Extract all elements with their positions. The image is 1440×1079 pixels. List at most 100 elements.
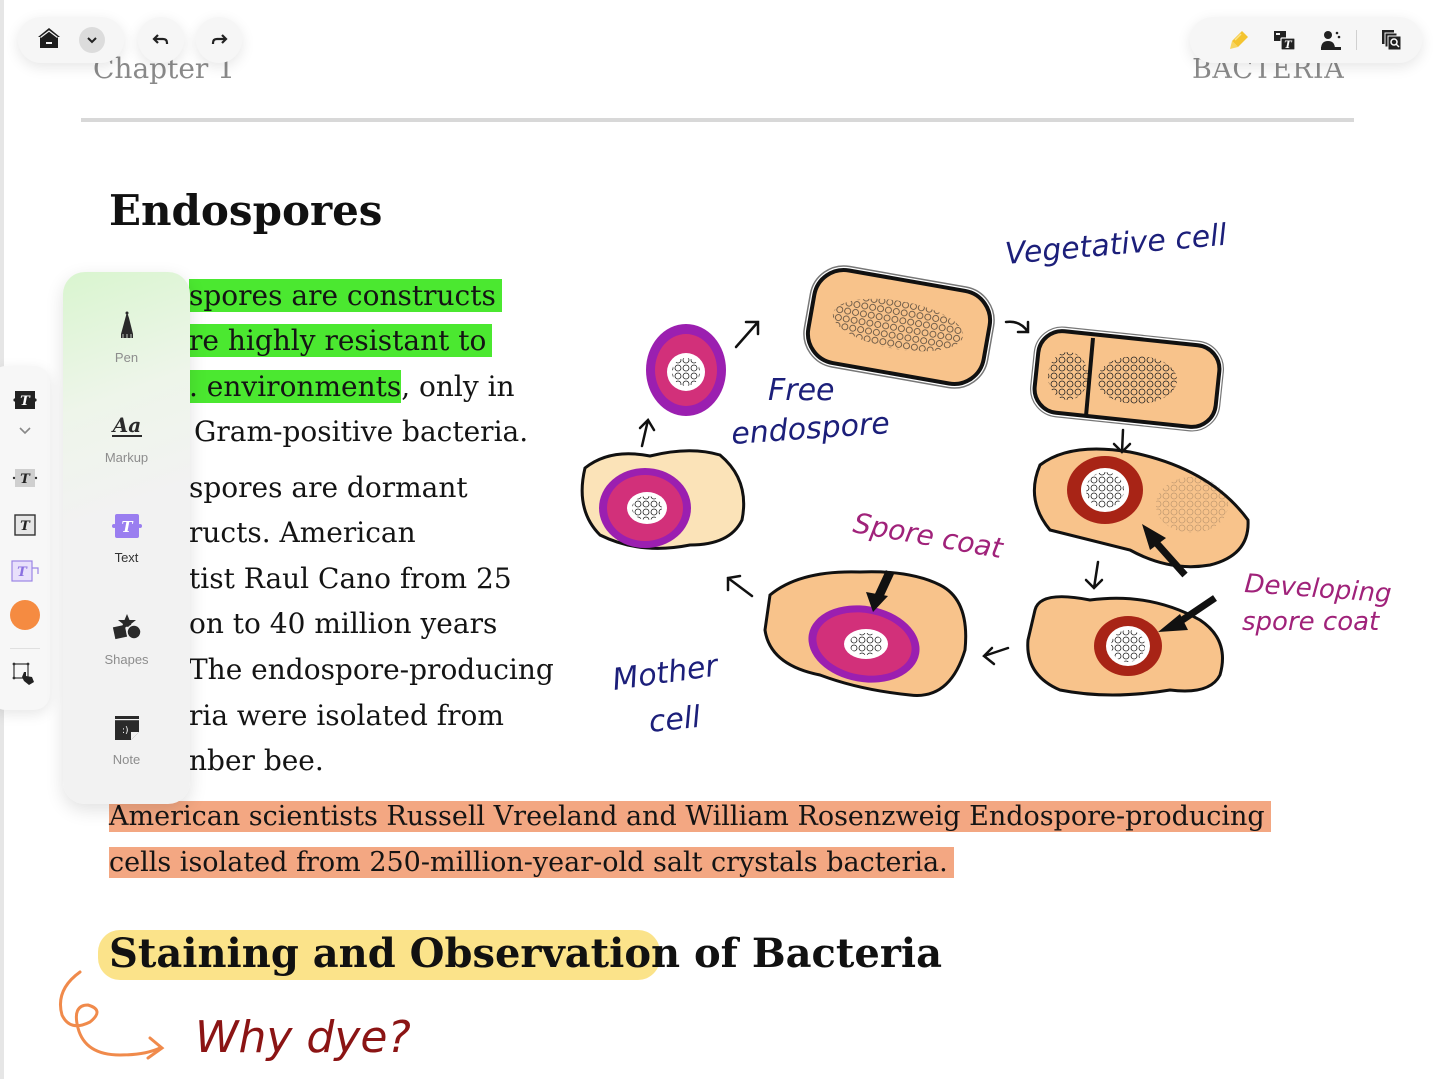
paragraph-line: nber bee.	[189, 744, 324, 777]
note-icon: :)	[114, 716, 139, 740]
forespore-cell	[1032, 447, 1250, 578]
tool-label: Markup	[104, 450, 149, 465]
developing-spore-coat-cell	[1026, 595, 1224, 697]
label-vegetative-cell: Vegetative cell	[1004, 220, 1229, 272]
label-spore-coat: Spore coat	[851, 506, 1006, 565]
undo-button[interactable]	[138, 17, 184, 63]
lasso-select-icon	[12, 662, 34, 685]
chevron-down-icon	[87, 37, 97, 44]
tool-label: Text	[114, 550, 139, 565]
section-heading-endospores: Endospores	[109, 186, 383, 235]
svg-text:T: T	[20, 472, 31, 487]
label-mother-cell-line2: cell	[647, 700, 703, 740]
text-callout-style-icon: T	[11, 560, 39, 582]
svg-text:T: T	[17, 565, 28, 580]
arrow-icon	[1084, 560, 1104, 590]
highlighter-button[interactable]	[1216, 17, 1262, 63]
home-icon[interactable]	[37, 26, 61, 54]
home-dropdown-button[interactable]	[79, 27, 105, 53]
page-search-icon	[1382, 30, 1402, 51]
text-boxed-style-icon: T	[14, 514, 36, 536]
paragraph-line: ria were isolated from	[189, 699, 504, 732]
tool-label: Note	[112, 752, 141, 767]
translate-icon: T	[1274, 31, 1296, 51]
text-style-callout-button[interactable]: T	[0, 560, 50, 582]
paragraph-text: , only in	[401, 370, 515, 403]
text-shaded-style-icon: T	[12, 469, 38, 487]
tool-text[interactable]: T Text	[63, 512, 190, 565]
green-highlight[interactable]: re highly resistant to	[189, 324, 493, 357]
tool-note[interactable]: :) Note	[63, 714, 190, 767]
paragraph-line: cells isolated from 250-million-year-old…	[109, 843, 954, 883]
toolbar-separator	[1356, 30, 1357, 50]
tool-label: Pen	[114, 350, 139, 365]
translate-button[interactable]: T	[1262, 17, 1308, 63]
header-divider	[81, 118, 1354, 122]
handwritten-text: Why dye?	[195, 1012, 411, 1063]
paragraph-line: tist Raul Cano from 25	[189, 562, 512, 595]
panel-divider	[10, 648, 40, 649]
tool-pen[interactable]: Pen	[63, 310, 190, 365]
svg-text:Aa: Aa	[110, 413, 140, 437]
redo-button[interactable]	[196, 17, 242, 63]
arrow-icon	[982, 646, 1010, 666]
curly-arrow-icon	[59, 970, 162, 1057]
undo-icon	[152, 34, 169, 44]
orange-highlight[interactable]: American scientists Russell Vreeland and…	[109, 801, 1271, 832]
tool-label: Shapes	[104, 652, 149, 667]
text-tool-icon: T	[111, 514, 142, 538]
spore-coat-cell	[763, 570, 968, 697]
paragraph-text: Gram-positive bacteria.	[194, 415, 529, 448]
orange-color-swatch	[10, 600, 40, 630]
markup-icon: Aa	[110, 413, 142, 437]
label-mother-cell-line1: Mother	[610, 648, 721, 698]
highlighter-pen-icon	[1230, 31, 1248, 49]
lasso-select-button[interactable]	[0, 662, 50, 686]
handwritten-annotation[interactable]: Why dye?	[50, 960, 470, 1079]
home-menu-group	[18, 17, 124, 63]
label-free-endospore-line2: endospore	[730, 406, 891, 452]
free-endospore	[646, 324, 726, 416]
endospore-lifecycle-diagram: Vegetative cell Free endospore Spore coa…	[580, 220, 1393, 740]
arrow-head	[146, 1036, 165, 1060]
reader-tools-group: T	[1190, 17, 1422, 63]
page-search-button[interactable]	[1369, 17, 1415, 63]
color-swatch-button[interactable]	[0, 600, 50, 630]
tool-markup[interactable]: Aa Markup	[63, 412, 190, 465]
text-style-panel: T T T T	[0, 366, 50, 710]
text-filled-style-icon: T	[13, 391, 37, 409]
paragraph-line: American scientists Russell Vreeland and…	[109, 797, 1271, 837]
read-aloud-icon	[1321, 31, 1341, 50]
svg-text:T: T	[20, 519, 31, 534]
shapes-icon	[112, 614, 142, 640]
svg-text:T: T	[20, 394, 31, 409]
read-aloud-button[interactable]	[1308, 17, 1354, 63]
green-highlight[interactable]: . environments	[189, 370, 402, 403]
green-highlight[interactable]: spores are constructs	[189, 279, 502, 312]
arrow-icon	[734, 320, 760, 349]
paragraph-line: ructs. American	[189, 516, 416, 549]
paragraph-line: spores are dormant	[189, 471, 468, 504]
text-style-expand-button[interactable]	[0, 426, 50, 436]
label-free-endospore-line1: Free	[768, 373, 835, 408]
chevron-down-icon	[19, 427, 31, 435]
pen-icon	[120, 311, 133, 338]
heading-rest: of Bacteria	[680, 930, 943, 977]
label-developing-line1: Developing	[1244, 569, 1393, 609]
arrow-icon	[638, 417, 656, 448]
svg-text:T: T	[121, 518, 134, 536]
orange-highlight[interactable]: cells isolated from 250-million-year-old…	[109, 847, 954, 878]
mother-cell	[580, 449, 746, 550]
svg-text::): :)	[122, 726, 129, 736]
text-style-shaded-button[interactable]: T	[0, 468, 50, 488]
label-developing-line2: spore coat	[1242, 607, 1380, 637]
redo-icon	[211, 34, 228, 44]
tool-shapes[interactable]: Shapes	[63, 612, 190, 667]
text-style-filled-button[interactable]: T	[0, 390, 50, 410]
dividing-cell	[1029, 326, 1225, 432]
paragraph-line: on to 40 million years	[189, 607, 498, 640]
text-style-boxed-button[interactable]: T	[0, 514, 50, 536]
arrow-icon	[726, 574, 754, 598]
paragraph-line: The endospore-producing	[189, 653, 554, 686]
tool-palette: Pen Aa Markup T Text Shapes :) Note	[63, 272, 190, 804]
